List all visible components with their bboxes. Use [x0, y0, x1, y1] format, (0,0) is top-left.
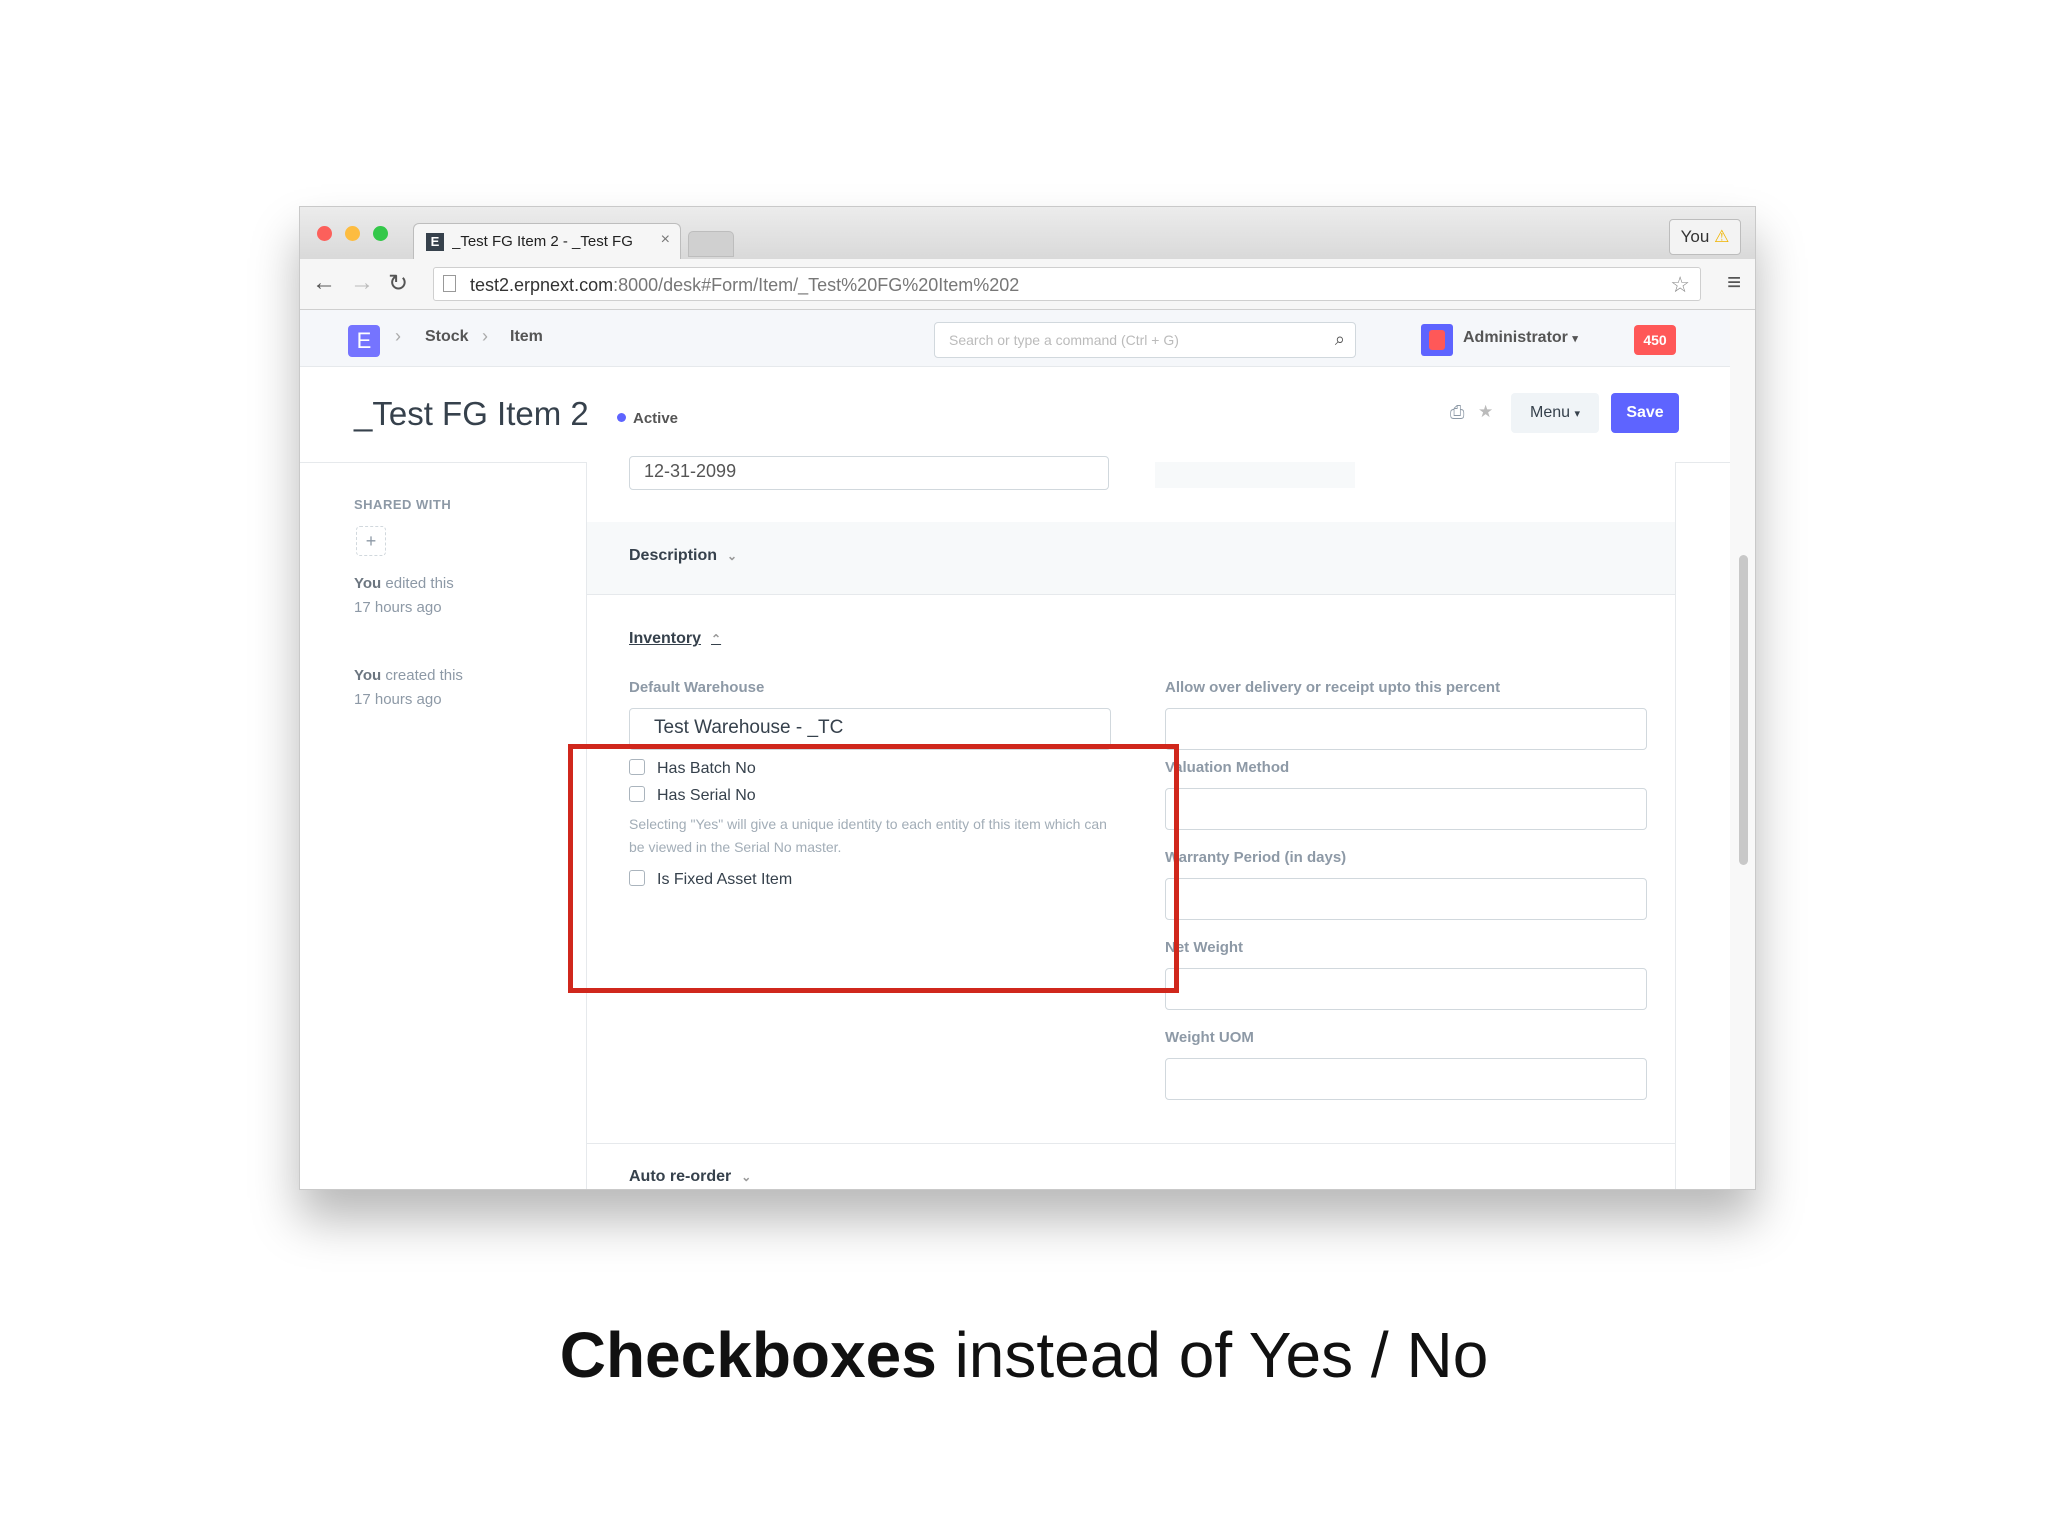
app-logo[interactable]: E: [348, 325, 380, 357]
valuation-method-field[interactable]: [1165, 788, 1647, 830]
breadcrumb-stock[interactable]: Stock: [425, 328, 469, 346]
created-info: You created this 17 hours ago: [354, 667, 463, 708]
add-share-button[interactable]: +: [356, 526, 386, 556]
scrollbar-thumb[interactable]: [1739, 555, 1748, 865]
chevron-down-icon: ⌄: [727, 549, 738, 563]
tab-title: _Test FG Item 2 - _Test FG: [452, 233, 633, 250]
app-navbar: E › Stock › Item ⌕ Administrator ▾ 450: [300, 310, 1730, 367]
end-of-life-field[interactable]: 12-31-2099: [629, 456, 1109, 490]
default-warehouse-label: Default Warehouse: [629, 679, 765, 696]
tab-close-icon[interactable]: ×: [661, 231, 670, 249]
url-text: test2.erpnext.com:8000/desk#Form/Item/_T…: [470, 275, 1020, 295]
empty-field-area: [1155, 462, 1355, 488]
chevron-down-icon: ⌄: [741, 1170, 752, 1184]
new-tab-button[interactable]: [688, 231, 734, 257]
section-description[interactable]: Description ⌄: [587, 522, 1675, 595]
weight-uom-field[interactable]: [1165, 1058, 1647, 1100]
section-auto-reorder[interactable]: Auto re-order ⌄: [587, 1143, 1675, 1189]
breadcrumb-item[interactable]: Item: [510, 328, 543, 346]
weight-uom-label: Weight UOM: [1165, 1029, 1254, 1046]
forward-icon[interactable]: →: [350, 269, 374, 297]
section-auto-reorder-title[interactable]: Auto re-order ⌄: [629, 1168, 751, 1186]
user-menu[interactable]: Administrator ▾: [1463, 329, 1578, 347]
close-window-button[interactable]: [317, 226, 332, 241]
slide-caption: Checkboxes instead of Yes / No: [559, 1319, 1489, 1391]
browser-window: E _Test FG Item 2 - _Test FG × You ⚠ ← →…: [299, 206, 1756, 1190]
chevron-right-icon: ›: [482, 326, 488, 346]
awesome-bar[interactable]: ⌕: [934, 322, 1356, 358]
favicon-icon: E: [426, 233, 444, 251]
browser-menu-icon[interactable]: ≡: [1727, 269, 1741, 297]
page-title: _Test FG Item 2: [354, 395, 589, 432]
highlight-box: [568, 744, 1179, 993]
warranty-period-label: Warranty Period (in days): [1165, 849, 1347, 866]
print-icon[interactable]: ⎙: [1450, 402, 1464, 423]
star-icon[interactable]: ★: [1478, 402, 1493, 422]
bookmark-star-icon[interactable]: ☆: [1670, 272, 1690, 298]
page-head: _Test FG Item 2 Active ⎙ ★ Menu ▾ Save: [300, 367, 1730, 463]
status-badge: Active: [617, 410, 678, 427]
maximize-window-button[interactable]: [373, 226, 388, 241]
valuation-method-label: Valuation Method: [1165, 759, 1290, 776]
back-icon[interactable]: ←: [312, 269, 336, 297]
save-button[interactable]: Save: [1611, 393, 1679, 433]
caret-down-icon: ▾: [1574, 408, 1580, 420]
address-bar[interactable]: test2.erpnext.com:8000/desk#Form/Item/_T…: [433, 267, 1701, 301]
notification-badge[interactable]: 450: [1634, 325, 1676, 355]
net-weight-field[interactable]: [1165, 968, 1647, 1010]
caret-down-icon: ▾: [1572, 333, 1578, 345]
section-description-title[interactable]: Description ⌄: [629, 547, 737, 565]
page-icon: [443, 275, 456, 292]
title-bar: E _Test FG Item 2 - _Test FG × You ⚠: [300, 207, 1755, 259]
allowance-label: Allow over delivery or receipt upto this…: [1165, 679, 1501, 696]
form-sidebar: SHARED WITH + You edited this 17 hours ag…: [300, 462, 586, 1189]
chevron-right-icon: ›: [395, 326, 401, 346]
profile-button[interactable]: You ⚠: [1669, 219, 1741, 255]
chevron-up-icon: ⌃: [711, 632, 722, 646]
search-input[interactable]: [947, 331, 1311, 349]
minimize-window-button[interactable]: [345, 226, 360, 241]
shared-with-label: SHARED WITH: [354, 497, 452, 512]
search-icon: ⌕: [1334, 329, 1345, 349]
avatar[interactable]: [1421, 324, 1453, 356]
section-inventory-title[interactable]: Inventory ⌃: [629, 630, 721, 648]
browser-toolbar: ← → ↻ test2.erpnext.com:8000/desk#Form/I…: [300, 259, 1755, 310]
warning-icon: ⚠: [1714, 227, 1730, 246]
browser-tab[interactable]: E _Test FG Item 2 - _Test FG ×: [413, 223, 681, 259]
edited-info: You edited this 17 hours ago: [354, 575, 454, 616]
reload-icon[interactable]: ↻: [388, 269, 408, 298]
warranty-period-field[interactable]: [1165, 878, 1647, 920]
allowance-field[interactable]: [1165, 708, 1647, 750]
menu-button[interactable]: Menu ▾: [1511, 393, 1599, 433]
